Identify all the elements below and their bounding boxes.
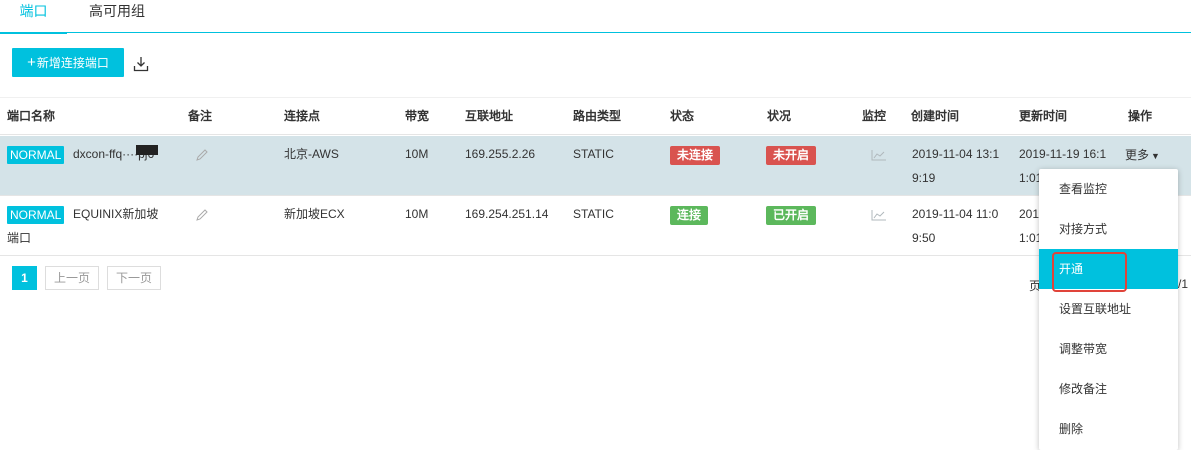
route-type: STATIC (573, 147, 614, 161)
more-actions-button[interactable]: 更多 ▼ (1125, 146, 1160, 163)
status-tag: NORMAL (7, 206, 65, 224)
prev-page-button[interactable]: 上一页 (45, 266, 99, 290)
bandwidth: 10M (405, 147, 429, 161)
col-updated: 更新时间 (1019, 109, 1068, 123)
updated-time: 2019-11-19 16:1 (1019, 147, 1107, 161)
status-badge: 未开启 (766, 146, 817, 165)
menu-item-adjust-bandwidth[interactable]: 调整带宽 (1039, 329, 1178, 369)
col-port-name: 端口名称 (7, 109, 56, 123)
status-badge: 已开启 (766, 206, 817, 225)
next-page-button[interactable]: 下一页 (107, 266, 161, 290)
col-actions: 操作 (1128, 109, 1153, 123)
created-time-cont: 9:19 (912, 171, 936, 185)
route-type: STATIC (573, 207, 614, 221)
page-1-button[interactable]: 1 (12, 266, 37, 290)
annotation-highlight-box (1052, 252, 1127, 292)
col-status: 状况 (767, 109, 792, 123)
menu-item-delete[interactable]: 删除 (1039, 409, 1178, 449)
state-badge: 未连接 (670, 146, 721, 165)
table-row: NORMAL EQUINIX新加坡 端口 新加坡ECX 10M 169.254.… (0, 196, 1191, 256)
plus-icon: + (27, 54, 36, 71)
access-point: 北京-AWS (284, 147, 339, 161)
table-header: 端口名称 备注 连接点 带宽 互联地址 路由类型 状态 状况 监控 创建时间 更… (0, 97, 1191, 135)
page-total: /1 (1178, 277, 1189, 291)
col-monitor: 监控 (862, 109, 887, 123)
col-bandwidth: 带宽 (405, 109, 430, 123)
table-row: NORMAL dxcon-ffq····pj6 北京-AWS 10M 169.2… (0, 136, 1191, 196)
updated-time: 201 (1019, 207, 1040, 221)
col-created: 创建时间 (911, 109, 960, 123)
port-name: EQUINIX新加坡 (73, 207, 159, 221)
col-remark: 备注 (188, 109, 213, 123)
more-actions-label: 更多 (1125, 148, 1150, 162)
status-tag: NORMAL (7, 146, 65, 164)
interconnect-address: 169.255.2.26 (465, 147, 536, 161)
created-time: 2019-11-04 13:1 (912, 147, 1000, 161)
state-badge: 连接 (670, 206, 709, 225)
col-state: 状态 (670, 109, 695, 123)
interconnect-address: 169.254.251.14 (465, 207, 549, 221)
col-route-type: 路由类型 (573, 109, 622, 123)
tab-ha-groups[interactable]: 高可用组 (89, 0, 145, 32)
created-time: 2019-11-04 11:0 (912, 207, 999, 221)
caret-down-icon: ▼ (1151, 151, 1160, 161)
edit-icon[interactable] (195, 208, 209, 222)
menu-item-view-monitor[interactable]: 查看监控 (1039, 169, 1178, 209)
redaction-mark (136, 145, 158, 155)
access-point: 新加坡ECX (284, 207, 345, 221)
menu-item-set-address[interactable]: 设置互联地址 (1039, 289, 1178, 329)
col-access-point: 连接点 (284, 109, 321, 123)
tab-ports[interactable]: 端口 (0, 0, 67, 34)
menu-item-edit-remark[interactable]: 修改备注 (1039, 369, 1178, 409)
monitor-chart-icon[interactable] (871, 149, 887, 161)
download-icon[interactable] (133, 56, 149, 72)
col-address: 互联地址 (465, 109, 514, 123)
add-port-label: 新增连接端口 (36, 56, 109, 70)
add-port-button[interactable]: +新增连接端口 (12, 48, 124, 77)
more-actions-menu: 查看监控 对接方式 开通 设置互联地址 调整带宽 修改备注 删除 (1039, 169, 1178, 450)
bandwidth: 10M (405, 207, 429, 221)
monitor-chart-icon[interactable] (871, 209, 887, 221)
menu-item-connection-method[interactable]: 对接方式 (1039, 209, 1178, 249)
created-time-cont: 9:50 (912, 231, 936, 245)
edit-icon[interactable] (195, 148, 209, 162)
port-name-cont: 端口 (7, 231, 32, 245)
tab-bar: 端口 高可用组 (0, 0, 1191, 34)
